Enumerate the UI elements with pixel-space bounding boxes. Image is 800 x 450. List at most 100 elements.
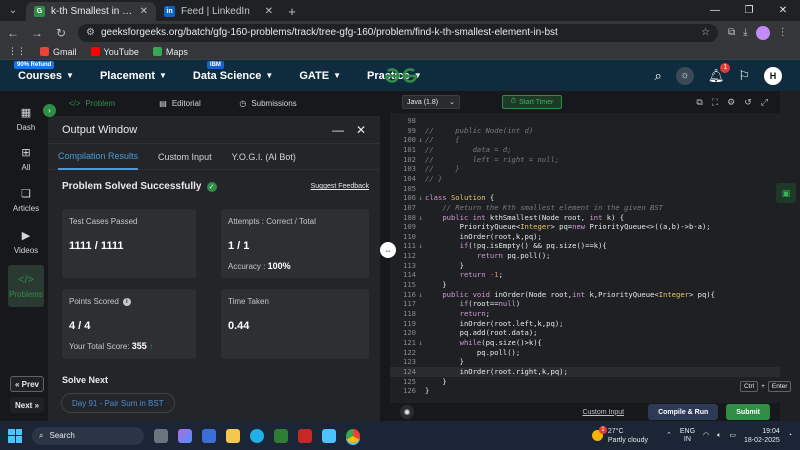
copy-icon[interactable]: ⧉ (696, 97, 702, 108)
close-icon[interactable]: ✕ (356, 123, 366, 137)
close-tab-icon[interactable]: ✕ (140, 6, 148, 17)
site-info-icon[interactable]: ⚙ (86, 27, 95, 38)
notification-center-icon[interactable]: ◔ (788, 432, 792, 440)
chat-float-icon[interactable]: ▣ (776, 183, 796, 203)
code-line[interactable]: 105 (390, 184, 780, 194)
download-icon[interactable]: ⤓ (743, 27, 747, 38)
code-line[interactable]: 111 ↓ if(!pq.isEmpty() && pq.size()==k){ (390, 241, 780, 251)
tab-editorial[interactable]: ▤ Editorial (136, 99, 224, 108)
tab-submissions[interactable]: ◷ Submissions (224, 99, 312, 108)
app-icon[interactable] (322, 428, 336, 443)
bookmark-star-icon[interactable]: ☆ (701, 27, 710, 38)
more-menu-icon[interactable]: ⋮ (778, 27, 788, 38)
close-tab-icon[interactable]: ✕ (265, 6, 273, 17)
user-avatar[interactable]: H (764, 66, 782, 85)
fold-arrow-icon[interactable]: ↓ (416, 213, 425, 223)
copilot-icon[interactable] (178, 428, 192, 443)
code-line[interactable]: 123 } (390, 357, 780, 367)
code-line[interactable]: 120 pq.add(root.data); (390, 328, 780, 338)
store-icon[interactable] (202, 428, 216, 443)
minimize-icon[interactable]: — (698, 0, 732, 21)
code-line[interactable]: 104 // } (390, 174, 780, 184)
notification-bell-icon[interactable]: 🔔︎ 1 (708, 62, 731, 84)
battery-icon[interactable]: ▭ (729, 432, 736, 440)
settings-icon[interactable]: ⚙ (727, 97, 735, 108)
tab-linkedin[interactable]: in Feed | LinkedIn ✕ (156, 2, 281, 21)
info-icon[interactable]: i (122, 297, 131, 306)
code-line[interactable]: 122 pq.poll(); (390, 348, 780, 358)
theme-toggle-icon[interactable]: ☼ (675, 66, 694, 85)
bookmark-maps[interactable]: Maps (152, 47, 188, 57)
code-line[interactable]: 115 } (390, 280, 780, 290)
tab-problem[interactable]: </> Problem (48, 99, 136, 108)
app-icon[interactable] (274, 428, 288, 443)
code-line[interactable]: 110 inOrder(root,k,pq); (390, 232, 780, 242)
code-line[interactable]: 106 ↓ class Solution { (390, 193, 780, 203)
fold-arrow-icon[interactable]: ↓ (416, 338, 425, 348)
code-line[interactable]: 102 // left = right = null; (390, 155, 780, 165)
code-line[interactable]: 107 // Return the Kth smallest element i… (390, 203, 780, 213)
compile-run-button[interactable]: Compile & Run (648, 404, 719, 420)
nav-data-science[interactable]: IBM Data Science ▼ (193, 60, 273, 82)
code-line[interactable]: 118 return; (390, 309, 780, 319)
back-arrow-icon[interactable]: ← (6, 26, 20, 40)
clock[interactable]: 19:04 18-02-2025 (744, 427, 780, 445)
start-timer-button[interactable]: ⏱ Start Timer (502, 95, 562, 109)
forward-arrow-icon[interactable]: → (30, 26, 44, 40)
tab-custom-input[interactable]: Custom Input (158, 144, 212, 170)
weather-widget[interactable]: 1 27°C Partly cloudy (591, 426, 648, 445)
reload-icon[interactable]: ↻ (54, 26, 68, 40)
code-line[interactable]: 125 } (390, 377, 780, 387)
tab-yogi-ai-bot[interactable]: Y.O.G.I. (AI Bot) (232, 144, 296, 170)
minimize-icon[interactable]: — (332, 123, 344, 137)
submit-button[interactable]: Submit (726, 404, 770, 420)
suggest-feedback-link[interactable]: Suggest Feedback (311, 183, 369, 190)
next-problem-chip[interactable]: Day 91 - Pair Sum in BST (61, 393, 175, 413)
code-line[interactable]: 117 if(root==null) (390, 299, 780, 309)
windows-start-icon[interactable] (8, 428, 22, 443)
chrome-icon[interactable] (346, 428, 360, 443)
taskbar-search[interactable]: ⌕ Search (32, 426, 144, 445)
code-line[interactable]: 112 return pq.poll(); (390, 251, 780, 261)
wifi-icon[interactable]: ◠ (703, 432, 709, 440)
lightbulb-icon[interactable]: ✺ (400, 405, 414, 419)
extensions-icon[interactable]: ⧉ (728, 27, 735, 38)
new-tab-button[interactable]: + (281, 2, 303, 21)
code-line[interactable]: 109 PriorityQueue<Integer> pq=new Priori… (390, 222, 780, 232)
sidebar-item-problems[interactable]: </> Problems (8, 265, 44, 307)
mcafee-icon[interactable] (298, 428, 312, 443)
fold-arrow-icon[interactable]: ↓ (416, 135, 425, 145)
nav-placement[interactable]: Placement ▼ (100, 70, 167, 82)
code-line[interactable]: 116 ↓ public void inOrder(Node root,int k… (390, 290, 780, 300)
code-line[interactable]: 103 // } (390, 164, 780, 174)
reset-icon[interactable]: ↺ (744, 97, 752, 108)
fold-arrow-icon[interactable]: ↓ (416, 193, 425, 203)
sidebar-item-articles[interactable]: ❏ Articles (8, 182, 44, 218)
apps-grid-icon[interactable]: ⋮⋮ (8, 46, 26, 57)
profile-avatar[interactable] (755, 25, 770, 40)
sidebar-item-dash[interactable]: ▦ Dash (8, 101, 44, 137)
tab-search-chevron-icon[interactable]: ⌄ (0, 0, 26, 21)
code-line[interactable]: 99 // public Node(int d) (390, 126, 780, 136)
code-line[interactable]: 114 return -1; (390, 270, 780, 280)
code-editor[interactable]: 98 99// public Node(int d) 100 ↓// {101// d… (390, 113, 780, 403)
chevron-up-icon[interactable]: ⌃ (666, 432, 672, 440)
custom-input-link[interactable]: Custom Input (582, 409, 624, 416)
bookmark-youtube[interactable]: YouTube (90, 47, 139, 57)
prev-problem-button[interactable]: « Prev (10, 376, 44, 392)
code-line[interactable]: 124 inOrder(root.right,k,pq); (390, 366, 780, 377)
close-window-icon[interactable]: ✕ (766, 0, 800, 21)
code-line[interactable]: 100 ↓// { (390, 135, 780, 145)
drag-handle-icon[interactable]: ⇔ (380, 242, 396, 258)
volume-icon[interactable]: 🔈︎ (717, 432, 721, 440)
fold-arrow-icon[interactable]: ↓ (416, 241, 425, 251)
search-icon[interactable]: ⌕ (655, 68, 662, 84)
code-line[interactable]: 108 ↓ public int kthSmallest(Node root, i… (390, 213, 780, 223)
fold-arrow-icon[interactable]: ↓ (416, 290, 425, 300)
maximize-icon[interactable]: ⤢ (761, 97, 768, 108)
task-view-icon[interactable] (154, 428, 168, 443)
bookmark-gmail[interactable]: Gmail (40, 47, 77, 57)
code-line[interactable]: 119 inOrder(root.left,k,pq); (390, 319, 780, 329)
sidebar-item-videos[interactable]: ▶ Videos (8, 224, 44, 260)
language-select[interactable]: Java (1.8) ⌄ (402, 95, 460, 109)
